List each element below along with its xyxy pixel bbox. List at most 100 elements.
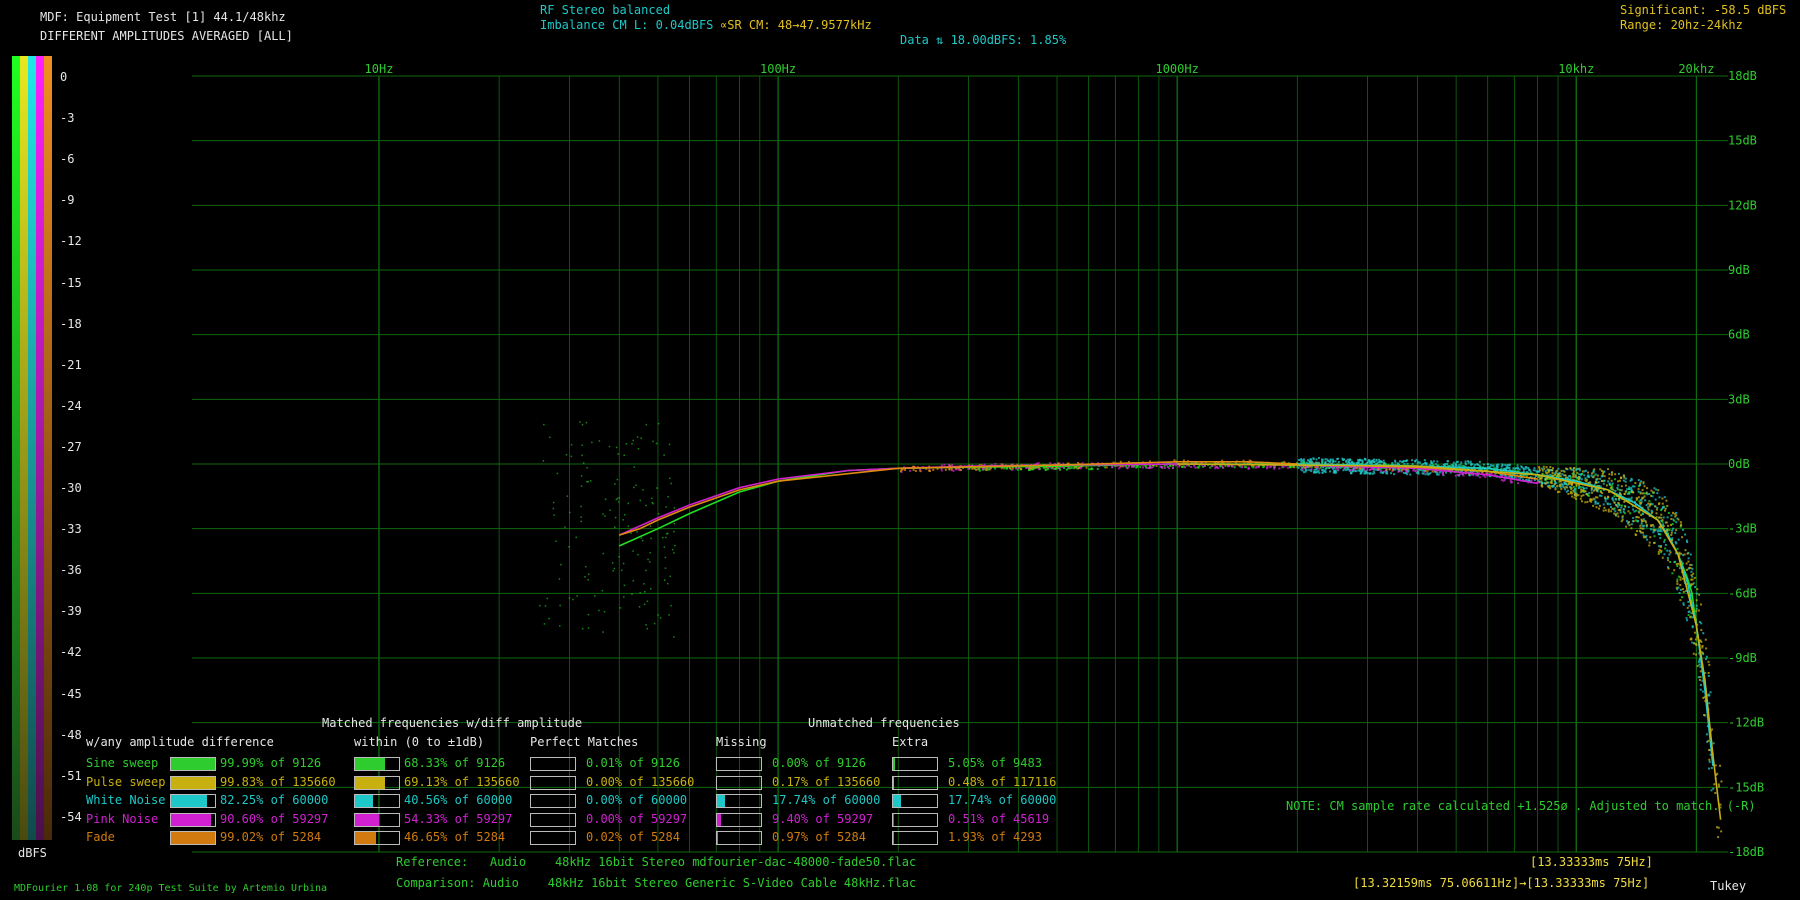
scatter-point: [1689, 563, 1692, 566]
scatter-point: [664, 556, 667, 559]
scatter-point: [1668, 553, 1671, 556]
scatter-point: [1441, 473, 1444, 476]
scatter-point: [575, 536, 577, 539]
scatter-point: [1462, 474, 1465, 477]
scatter-point: [1668, 528, 1671, 531]
scatter-point: [1647, 508, 1650, 511]
scatter-point: [1695, 599, 1698, 602]
scatter-point: [587, 579, 589, 581]
scatter-point: [1380, 469, 1383, 472]
scatter-point: [1612, 488, 1615, 491]
scatter-point: [1690, 570, 1693, 573]
scatter-point: [1700, 603, 1703, 606]
scatter-point: [1273, 465, 1276, 468]
scatter-point: [1627, 510, 1630, 513]
scatter-point: [1425, 463, 1428, 466]
scatter-point: [587, 627, 590, 629]
scatter-point: [1696, 588, 1699, 591]
scatter-point: [645, 624, 647, 626]
scatter-point: [1415, 471, 1418, 474]
scatter-point: [1604, 509, 1607, 512]
scatter-point: [1676, 565, 1679, 568]
x-tick-label: 100Hz: [760, 62, 796, 76]
scatter-point: [1318, 467, 1321, 470]
scatter-point: [1717, 836, 1720, 839]
scatter-point: [1607, 480, 1610, 483]
scatter-point: [1571, 492, 1574, 495]
scatter-point: [1660, 507, 1663, 510]
scatter-point: [1708, 694, 1711, 697]
scatter-point: [643, 603, 646, 606]
scatter-point: [1652, 531, 1655, 534]
scatter-point: [1538, 469, 1541, 472]
scatter-point: [585, 421, 588, 424]
scatter-point: [1610, 486, 1613, 489]
scatter-point: [1678, 592, 1681, 595]
scatter-point: [1168, 467, 1171, 470]
scatter-point: [1070, 467, 1073, 470]
scatter-point: [1357, 458, 1360, 461]
scatter-point: [1331, 458, 1334, 461]
scatter-point: [1546, 481, 1549, 484]
scatter-point: [1355, 461, 1358, 464]
scatter-point: [1077, 466, 1080, 469]
scatter-point: [1639, 492, 1642, 495]
scatter-point: [1679, 588, 1682, 591]
scatter-point: [1650, 511, 1653, 514]
stats-bar-missing: [716, 831, 762, 845]
scatter-point: [614, 526, 616, 528]
scatter-point: [932, 468, 935, 471]
scatter-point: [1450, 463, 1453, 466]
scatter-point: [1608, 483, 1611, 486]
scatter-point: [1142, 466, 1145, 469]
scatter-point: [1655, 508, 1658, 511]
scatter-point: [1336, 457, 1339, 460]
x-tick-label: 10khz: [1558, 62, 1594, 76]
scatter-point: [636, 531, 638, 533]
scatter-point: [1459, 463, 1462, 466]
scatter-point: [1618, 479, 1621, 482]
scatter-point: [1605, 484, 1608, 487]
scatter-point: [951, 464, 954, 467]
scatter-point: [1385, 468, 1388, 471]
x-tick-label: 20khz: [1678, 62, 1714, 76]
scatter-point: [1411, 462, 1414, 465]
scatter-point: [1581, 470, 1584, 473]
scatter-point: [644, 591, 646, 593]
stats-value-perfect: 0.00% of 60000: [586, 793, 688, 807]
scatter-point: [640, 437, 642, 439]
stats-bar-within: [354, 812, 400, 827]
scatter-point: [1695, 653, 1698, 656]
scatter-point: [1555, 472, 1558, 475]
scatter-point: [1666, 549, 1669, 552]
scatter-point: [1657, 552, 1660, 555]
scatter-point: [1639, 530, 1642, 533]
scatter-point: [1111, 466, 1114, 469]
scatter-point: [1650, 489, 1653, 492]
scatter-point: [1417, 460, 1420, 463]
scatter-point: [1620, 520, 1623, 523]
scatter-point: [1656, 492, 1659, 495]
scatter-point: [1614, 478, 1617, 481]
scatter-point: [1628, 486, 1631, 489]
scatter-point: [1558, 483, 1561, 486]
scatter-point: [1699, 670, 1702, 673]
scatter-point: [1658, 502, 1661, 505]
scatter-point: [1474, 463, 1477, 466]
scatter-point: [1037, 462, 1040, 465]
scatter-point: [1655, 512, 1658, 515]
scatter-point: [1337, 469, 1340, 472]
scatter-point: [1614, 497, 1617, 500]
scatter-point: [556, 472, 559, 475]
scatter-point: [1328, 470, 1331, 473]
y-tick-label: 12dB: [1728, 198, 1757, 212]
scatter-point: [1478, 476, 1481, 479]
scatter-point: [1651, 524, 1654, 527]
scatter-point: [1573, 467, 1576, 470]
scatter-point: [1616, 486, 1619, 489]
scatter-point: [1516, 482, 1519, 485]
scatter-point: [1305, 469, 1308, 472]
scatter-point: [1720, 830, 1723, 833]
scatter-point: [1556, 485, 1559, 488]
scatter-point: [1574, 492, 1577, 495]
